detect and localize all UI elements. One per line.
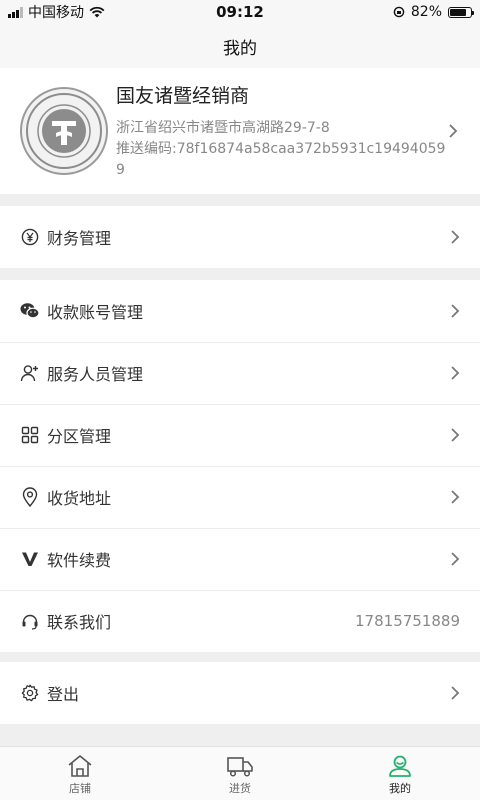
menu-label-accounts: 收款账号管理: [47, 303, 144, 322]
menu-item-staff[interactable]: 服务人员管理: [0, 342, 480, 404]
yuan-icon: [20, 227, 40, 247]
menu-item-address[interactable]: 收货地址: [0, 466, 480, 528]
menu-item-finance[interactable]: 财务管理: [0, 206, 480, 268]
v-icon: [20, 549, 40, 569]
menu-label-zones: 分区管理: [47, 427, 112, 446]
company-name: 国友诸暨经销商: [116, 85, 250, 107]
signal-icon: [8, 6, 23, 18]
logout-group: 登出: [0, 662, 480, 724]
tab-label-mine: 我的: [389, 781, 411, 795]
menu-label-renew: 软件续费: [47, 551, 112, 570]
page-title: 我的: [223, 38, 257, 59]
push-code: 推送编码:78f16874a58caa372b5931c194940599: [116, 141, 446, 178]
nav-bar: 我的: [0, 24, 480, 68]
contact-phone[interactable]: 17815751889: [355, 612, 460, 630]
menu-item-zones[interactable]: 分区管理: [0, 404, 480, 466]
chevron-right-icon: [451, 230, 460, 244]
battery-icon: [448, 6, 474, 18]
menu-label-staff: 服务人员管理: [47, 365, 144, 384]
chevron-right-icon: [451, 304, 460, 318]
menu-item-logout[interactable]: 登出: [0, 662, 480, 724]
carrier-label: 中国移动: [28, 5, 84, 21]
profile-card[interactable]: 国友诸暨经销商 浙江省绍兴市诸暨市高湖路29-7-8 推送编码:78f16874…: [0, 68, 480, 194]
finance-group: 财务管理: [0, 206, 480, 268]
wechat-icon: [20, 301, 40, 321]
chevron-right-icon: [451, 428, 460, 442]
menu-label-finance: 财务管理: [47, 229, 112, 248]
chevron-right-icon: [451, 366, 460, 380]
company-address: 浙江省绍兴市诸暨市高湖路29-7-8: [116, 120, 330, 136]
status-time: 09:12: [216, 3, 264, 21]
chevron-right-icon: [451, 686, 460, 700]
headset-icon: [20, 611, 40, 631]
chevron-right-icon: [451, 490, 460, 504]
avatar: [20, 87, 108, 175]
menu-label-contact: 联系我们: [47, 613, 112, 632]
tab-bar: 店铺 进货 我的: [0, 746, 480, 800]
tab-mine[interactable]: 我的: [320, 747, 480, 800]
menu-label-address: 收货地址: [47, 489, 112, 508]
location-icon: [20, 487, 40, 507]
user-icon: [389, 755, 411, 777]
wifi-icon: [89, 6, 105, 18]
tab-label-store: 店铺: [69, 781, 91, 795]
status-bar: 中国移动 09:12 82%: [0, 0, 480, 24]
tab-store[interactable]: 店铺: [0, 747, 160, 800]
menu-item-contact[interactable]: 联系我们 17815751889: [0, 590, 480, 652]
menu-item-accounts[interactable]: 收款账号管理: [0, 280, 480, 342]
menu-label-logout: 登出: [47, 685, 80, 704]
management-group: 收款账号管理 服务人员管理 分区管理 收货地址 软件续费 联系我们 178157…: [0, 280, 480, 652]
menu-item-renew[interactable]: 软件续费: [0, 528, 480, 590]
battery-percent: 82%: [410, 4, 442, 20]
company-seal-icon: [26, 93, 102, 169]
grid-icon: [20, 425, 40, 445]
add-user-icon: [20, 363, 40, 383]
tab-purchase[interactable]: 进货: [160, 747, 320, 800]
chevron-right-icon: [451, 552, 460, 566]
chevron-right-icon: [449, 124, 458, 138]
gear-icon: [20, 683, 40, 703]
tab-label-purchase: 进货: [229, 781, 251, 795]
orientation-lock-icon: [393, 6, 405, 18]
truck-icon: [227, 756, 253, 777]
home-icon: [68, 754, 92, 777]
